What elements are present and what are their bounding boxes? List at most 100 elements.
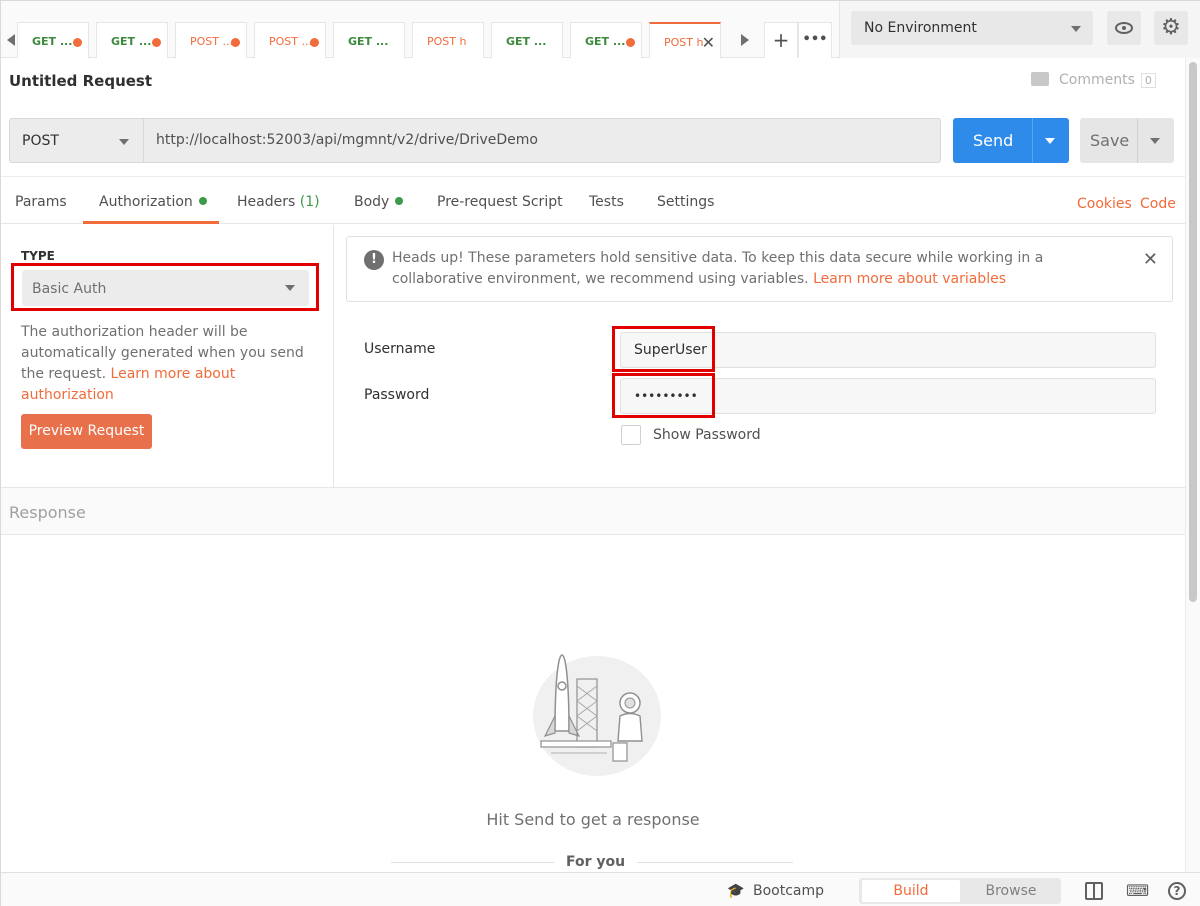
show-password-label[interactable]: Show Password bbox=[653, 427, 761, 443]
method-select[interactable]: POST bbox=[9, 118, 144, 163]
request-tab[interactable]: GET ... bbox=[17, 22, 89, 58]
request-section-tabs: Params Authorization Headers (1) Body Pr… bbox=[1, 176, 1185, 224]
unsaved-dot-icon bbox=[626, 38, 635, 47]
bootcamp-label: Bootcamp bbox=[753, 883, 825, 899]
scrollbar-thumb[interactable] bbox=[1189, 62, 1197, 602]
empty-response-message: Hit Send to get a response bbox=[486, 810, 700, 829]
active-indicator-dot-icon bbox=[198, 197, 207, 205]
info-icon: ! bbox=[364, 250, 384, 270]
active-indicator-dot-icon bbox=[395, 197, 404, 205]
tab-params[interactable]: Params bbox=[15, 194, 67, 210]
gear-icon: ⚙ bbox=[1161, 15, 1181, 40]
tab-pre-request-script[interactable]: Pre-request Script bbox=[437, 194, 563, 210]
response-header: Response bbox=[1, 487, 1185, 535]
tab-label: POST ... bbox=[190, 35, 233, 48]
save-options-chevron-icon[interactable] bbox=[1150, 138, 1160, 144]
rocket-astronaut-illustration bbox=[533, 654, 661, 776]
browse-mode-button[interactable]: Browse bbox=[963, 880, 1059, 902]
highlight-box bbox=[612, 326, 715, 372]
comments-button[interactable]: Comments 0 bbox=[1031, 72, 1156, 88]
auth-description: The authorization header will be automat… bbox=[21, 322, 321, 406]
tab-label: GET ... bbox=[585, 35, 626, 48]
close-tab-icon[interactable]: ✕ bbox=[702, 33, 715, 52]
divider bbox=[1032, 118, 1033, 163]
plus-icon: + bbox=[772, 28, 790, 52]
divider bbox=[1137, 118, 1138, 163]
request-tab[interactable]: POST h bbox=[412, 22, 484, 58]
tab-body[interactable]: Body bbox=[354, 194, 404, 210]
url-input[interactable]: http://localhost:52003/api/mgmnt/v2/driv… bbox=[143, 118, 941, 163]
vertical-scrollbar[interactable] bbox=[1185, 58, 1200, 872]
scroll-tabs-right-icon[interactable] bbox=[741, 34, 749, 46]
password-label: Password bbox=[364, 387, 430, 403]
environment-value: No Environment bbox=[864, 20, 977, 36]
tab-headers[interactable]: Headers (1) bbox=[237, 194, 320, 210]
build-mode-button[interactable]: Build bbox=[862, 880, 960, 902]
show-password-checkbox[interactable] bbox=[621, 425, 641, 445]
headers-count: (1) bbox=[299, 194, 320, 210]
tab-label: Authorization bbox=[99, 194, 193, 210]
chevron-down-icon bbox=[119, 139, 129, 145]
tab-tests[interactable]: Tests bbox=[589, 194, 624, 210]
auth-type-panel: TYPE Basic Auth The authorization header… bbox=[1, 225, 334, 487]
send-button[interactable]: Send bbox=[953, 118, 1069, 163]
close-icon[interactable]: ✕ bbox=[1143, 249, 1158, 270]
graduation-cap-icon: 🎓 bbox=[727, 883, 745, 899]
save-button[interactable]: Save bbox=[1080, 118, 1174, 163]
cookies-link[interactable]: Cookies bbox=[1077, 196, 1132, 212]
tab-authorization[interactable]: Authorization bbox=[99, 194, 207, 210]
tab-label: GET ... bbox=[111, 35, 152, 48]
sensitive-data-notice: ! Heads up! These parameters hold sensit… bbox=[346, 236, 1173, 302]
new-tab-button[interactable]: + bbox=[764, 22, 798, 58]
comment-icon bbox=[1031, 72, 1049, 86]
request-tab[interactable]: GET ... bbox=[491, 22, 563, 58]
help-icon[interactable]: ? bbox=[1168, 882, 1186, 900]
scroll-tabs-left-icon[interactable] bbox=[7, 34, 15, 46]
request-tab[interactable]: GET ... bbox=[570, 22, 642, 58]
tab-settings[interactable]: Settings bbox=[657, 194, 714, 210]
unsaved-dot-icon bbox=[152, 38, 161, 47]
code-link[interactable]: Code bbox=[1140, 196, 1176, 212]
manage-environments-button[interactable]: ⚙ bbox=[1154, 11, 1188, 45]
keyboard-shortcuts-icon[interactable]: ⌨ bbox=[1126, 882, 1149, 900]
eye-icon bbox=[1115, 22, 1133, 34]
send-label: Send bbox=[973, 131, 1014, 150]
tab-label: GET ... bbox=[506, 35, 547, 48]
tab-label: Body bbox=[354, 194, 390, 210]
ellipsis-icon: ••• bbox=[802, 32, 828, 47]
preview-request-button[interactable]: Preview Request bbox=[21, 414, 152, 449]
tab-label: GET ... bbox=[32, 35, 73, 48]
two-pane-layout-icon[interactable] bbox=[1085, 882, 1103, 900]
request-title[interactable]: Untitled Request bbox=[9, 72, 152, 90]
response-title: Response bbox=[9, 503, 86, 522]
chevron-down-icon bbox=[1071, 26, 1081, 32]
unsaved-dot-icon bbox=[310, 38, 319, 47]
save-label: Save bbox=[1090, 131, 1130, 150]
app-window: GET ... GET ... POST ... POST ... GET ..… bbox=[0, 0, 1200, 906]
status-bar: 🎓 Bootcamp Build Browse ⌨ ? bbox=[1, 872, 1200, 906]
request-tab[interactable]: POST ... bbox=[254, 22, 326, 58]
environment-select[interactable]: No Environment bbox=[851, 11, 1093, 45]
username-label: Username bbox=[364, 341, 436, 357]
method-value: POST bbox=[22, 133, 59, 149]
send-options-chevron-icon[interactable] bbox=[1045, 138, 1055, 144]
highlight-box bbox=[11, 263, 319, 311]
bootcamp-button[interactable]: 🎓 Bootcamp bbox=[727, 883, 824, 899]
comments-count-badge: 0 bbox=[1140, 73, 1156, 88]
tab-label: POST h bbox=[664, 36, 704, 49]
notice-message: Heads up! These parameters hold sensitiv… bbox=[392, 248, 1112, 290]
environment-bar: No Environment ⚙ bbox=[839, 1, 1200, 58]
build-browse-toggle: Build Browse bbox=[859, 878, 1061, 904]
learn-more-variables-link[interactable]: Learn more about variables bbox=[813, 271, 1006, 287]
request-tab-bar: GET ... GET ... POST ... POST ... GET ..… bbox=[1, 1, 839, 58]
active-tab-underline bbox=[83, 221, 219, 224]
request-tab[interactable]: GET ... bbox=[333, 22, 405, 58]
request-tab-active[interactable]: POST h ✕ bbox=[649, 22, 721, 58]
more-tabs-button[interactable]: ••• bbox=[798, 22, 832, 58]
url-value: http://localhost:52003/api/mgmnt/v2/driv… bbox=[156, 132, 538, 148]
tab-label: POST ... bbox=[269, 35, 312, 48]
tab-label: GET ... bbox=[348, 35, 389, 48]
request-tab[interactable]: GET ... bbox=[96, 22, 168, 58]
environment-quick-look-button[interactable] bbox=[1107, 11, 1141, 45]
request-tab[interactable]: POST ... bbox=[175, 22, 247, 58]
